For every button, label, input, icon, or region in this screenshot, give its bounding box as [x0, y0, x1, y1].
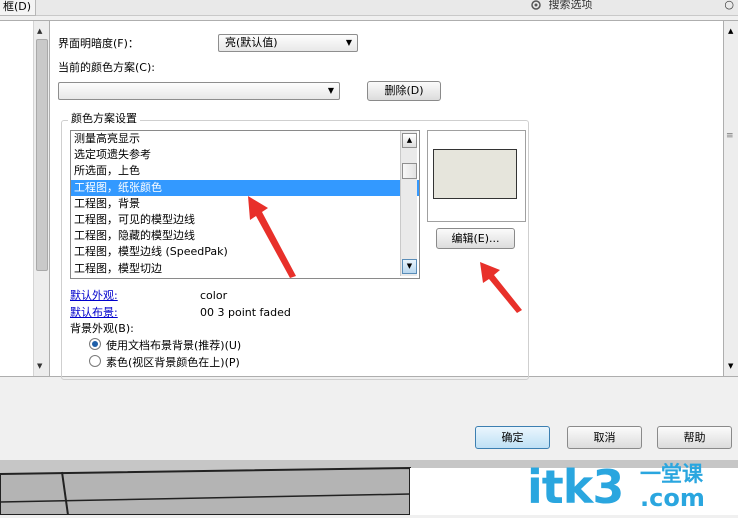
list-scrollbar[interactable]: ▲ ▼ [400, 131, 417, 276]
watermark-domain: .com [640, 484, 705, 512]
radio-unchecked[interactable] [89, 355, 101, 367]
search-placeholder: 搜索选项 [548, 0, 593, 11]
scroll-grip-icon: ≡ [726, 131, 734, 141]
graphics-viewport [0, 460, 738, 516]
list-item[interactable]: 选定项遗失参考 [71, 147, 419, 163]
tree-scrollbar[interactable]: ▲ ▼ [33, 21, 49, 376]
scroll-up-icon[interactable]: ▲ [37, 27, 42, 35]
background-option-plain[interactable]: 素色(视区背景颜色在上)(P) [89, 355, 240, 370]
cancel-button[interactable]: 取消 [567, 426, 642, 449]
brightness-value: 亮(默认值) [225, 36, 278, 49]
color-scheme-select[interactable]: ▼ [58, 82, 340, 100]
brightness-select[interactable]: 亮(默认值) ▼ [218, 34, 358, 52]
chevron-down-icon: ▼ [327, 86, 334, 95]
color-scheme-label: 当前的颜色方案(C): [58, 61, 155, 74]
default-scene-value: 00 3 point faded [200, 306, 291, 319]
brightness-label: 界面明暗度(F)： [58, 37, 139, 50]
watermark-subtitle: 一堂课 [640, 462, 703, 486]
list-item[interactable]: 所选面，上色 [71, 163, 419, 179]
help-button[interactable]: 帮助 [657, 426, 732, 449]
list-item[interactable]: 测量高亮显示 [71, 131, 419, 147]
background-option-document[interactable]: 使用文档布景背景(推荐)(U) [89, 338, 241, 353]
scroll-thumb[interactable] [36, 39, 48, 271]
scroll-down-icon[interactable]: ▼ [37, 362, 42, 370]
search-box[interactable]: 搜索选项 ○ [530, 0, 738, 13]
options-tree-pane: ▲ ▼ [0, 20, 50, 377]
scroll-up-icon[interactable]: ▲ [402, 133, 417, 148]
watermark-logo: itk3 [527, 460, 624, 514]
scroll-down-icon[interactable]: ▼ [728, 362, 733, 370]
radio-checked[interactable] [89, 338, 101, 350]
settings-scrollbar[interactable]: ▲ ≡ ▼ [723, 20, 738, 377]
chevron-down-icon: ▼ [345, 38, 352, 47]
search-clear-icon[interactable]: ○ [724, 0, 734, 13]
top-tab[interactable]: 框(D) [0, 0, 37, 16]
model-drawing [0, 460, 738, 516]
default-appearance-value: color [200, 289, 228, 302]
scroll-thumb[interactable] [402, 163, 417, 179]
ok-button[interactable]: 确定 [475, 426, 550, 449]
scroll-up-icon[interactable]: ▲ [728, 27, 733, 35]
edit-color-button[interactable]: 编辑(E)... [436, 228, 515, 249]
annotation-arrow-edit [480, 262, 522, 313]
color-preview-swatch [433, 149, 517, 199]
default-scene-link[interactable]: 默认布景: [70, 306, 118, 320]
default-appearance-link[interactable]: 默认外观: [70, 289, 118, 303]
background-label: 背景外观(B): [70, 322, 134, 335]
scheme-settings-title: 颜色方案设置 [68, 112, 140, 126]
annotation-arrow-list [248, 196, 296, 278]
delete-scheme-button[interactable]: 删除(D) [367, 81, 441, 101]
gear-search-icon [531, 0, 541, 10]
scroll-down-icon[interactable]: ▼ [402, 259, 417, 274]
